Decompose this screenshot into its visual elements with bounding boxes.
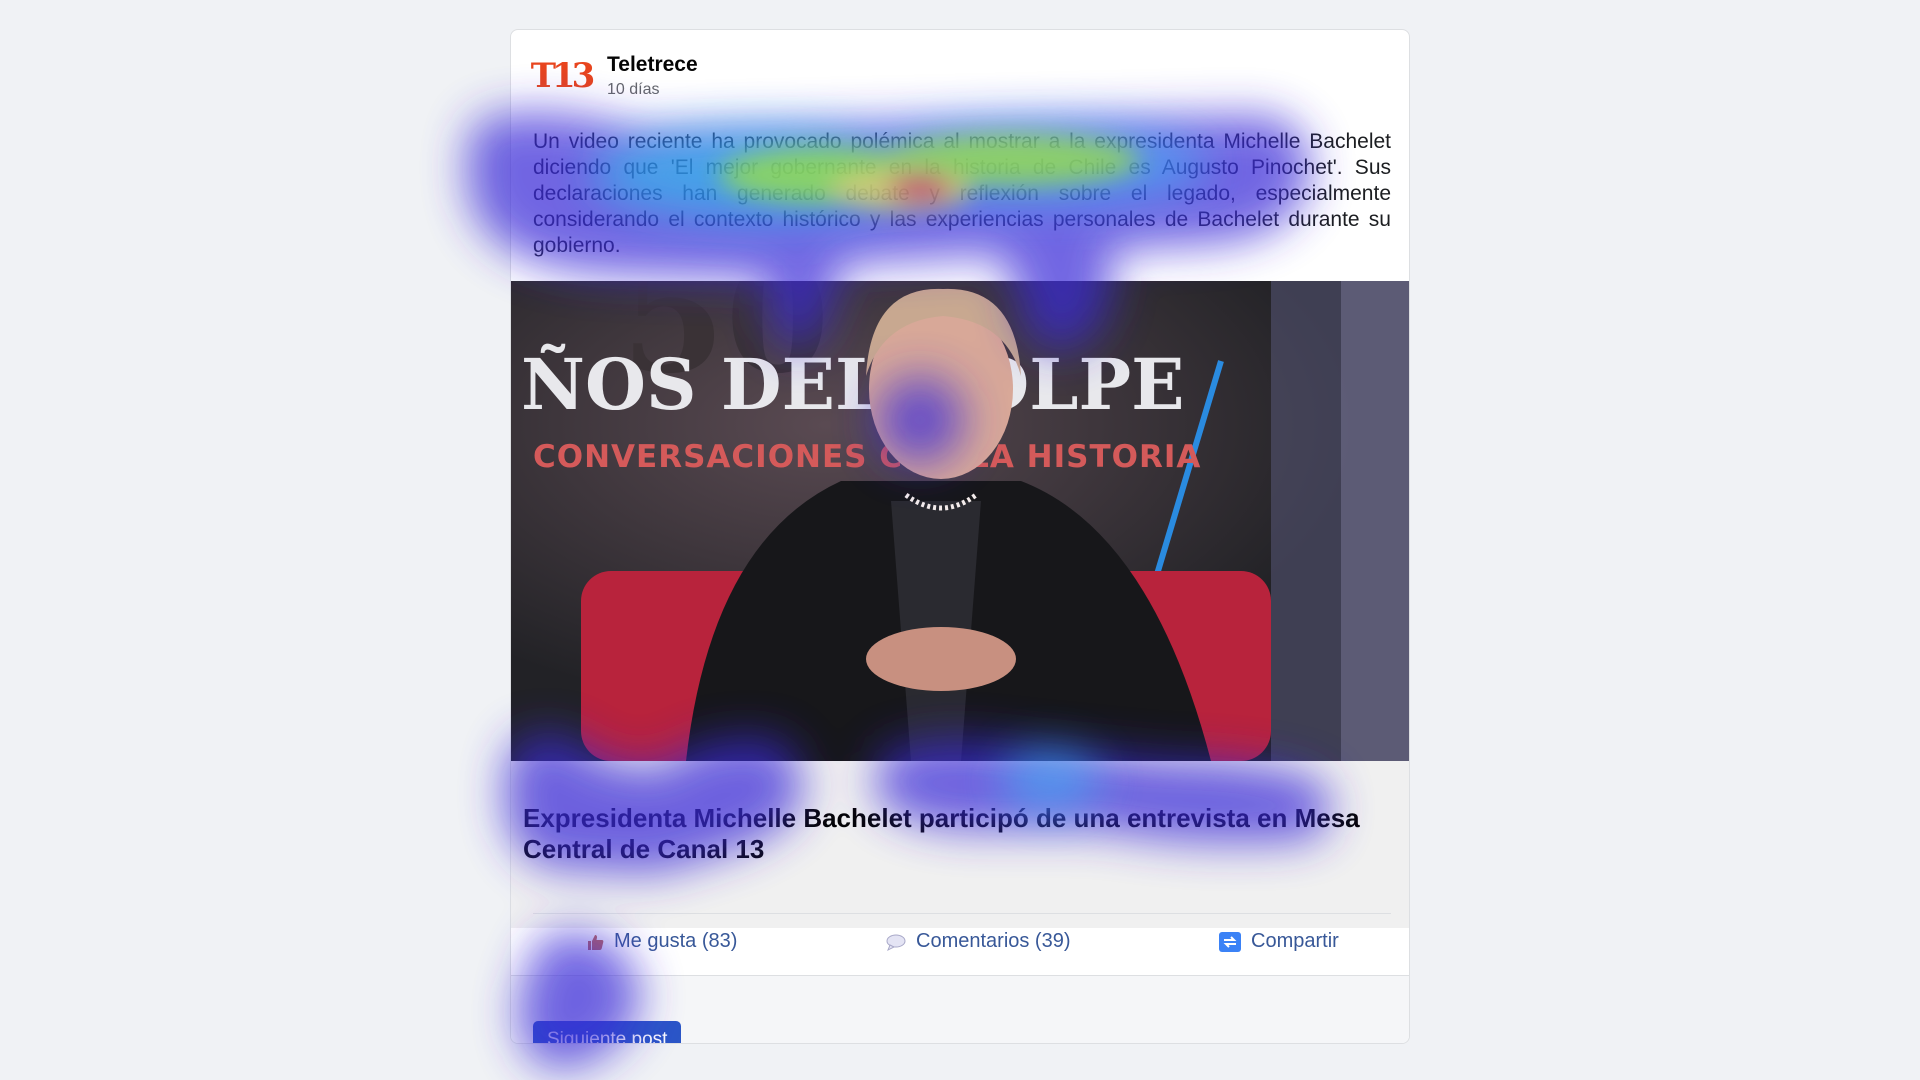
share-button[interactable]: Compartir: [1219, 930, 1339, 953]
post-time[interactable]: 10 días: [607, 81, 698, 99]
interview-photo: 50 ÑOS DEL GOLPE CONVERSACIONES CON LA H…: [511, 281, 1409, 761]
share-label: Compartir: [1251, 930, 1339, 952]
divider: [533, 913, 1391, 914]
post-actions: Me gusta (83) Comentarios (39) Compartir: [511, 930, 1409, 975]
link-title[interactable]: Expresidenta Michelle Bachelet participó…: [523, 803, 1403, 865]
speech-bubble-icon: [886, 933, 906, 951]
post-header: T13 Teletrece 10 días: [531, 48, 698, 104]
post-meta: Teletrece 10 días: [607, 53, 698, 99]
like-label: Me gusta (83): [614, 930, 738, 952]
like-button[interactable]: Me gusta (83): [586, 930, 737, 953]
link-preview[interactable]: Expresidenta Michelle Bachelet participó…: [511, 761, 1409, 928]
post-text: Un video reciente ha provocado polémica …: [533, 130, 1391, 257]
backdrop-title: ÑOS DEL GOLPE: [521, 343, 1185, 426]
comments-button[interactable]: Comentarios (39): [886, 930, 1071, 953]
post-image[interactable]: 50 ÑOS DEL GOLPE CONVERSACIONES CON LA H…: [511, 281, 1409, 761]
backdrop-subtitle: CONVERSACIONES CON LA HISTORIA: [533, 439, 1201, 475]
next-post-button[interactable]: Siguiente post: [533, 1021, 682, 1043]
post-footer: Siguiente post: [511, 975, 1409, 1043]
comments-label: Comentarios (39): [916, 930, 1071, 952]
post-card: T13 Teletrece 10 días Un video reciente …: [510, 29, 1410, 1044]
share-icon: [1219, 931, 1241, 952]
teletrece-logo[interactable]: T13: [531, 48, 595, 104]
thumbs-up-icon: [586, 933, 604, 951]
page-name[interactable]: Teletrece: [607, 53, 698, 77]
